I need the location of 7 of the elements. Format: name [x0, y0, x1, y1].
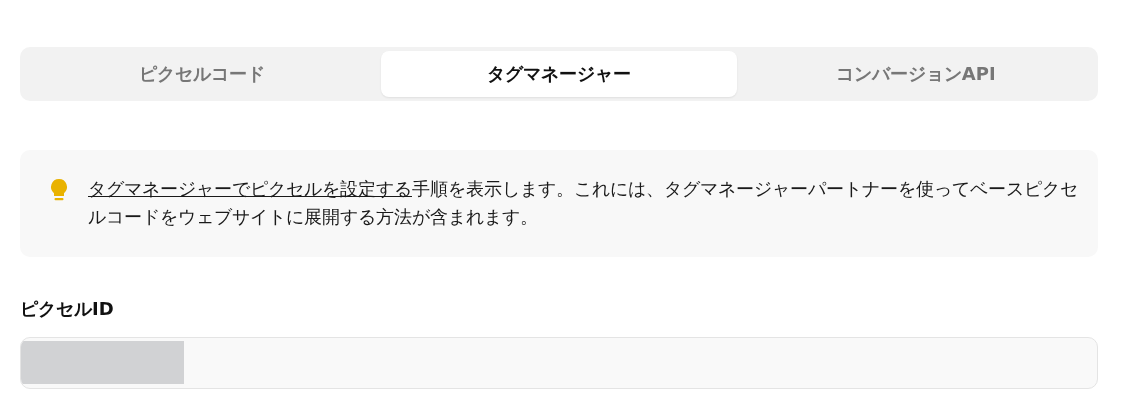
setup-link[interactable]: タグマネージャーでピクセルを設定する	[88, 178, 412, 199]
tab[interactable]: タグマネージャー	[380, 51, 738, 97]
field-label: ピクセルID	[20, 297, 115, 321]
info-text: タグマネージャーでピクセルを設定する手順を表示します。これには、タグマネージャーパートナーを使ってベースピクセルコードをウェブサイトに展開する方法が含まれます。	[88, 177, 1078, 229]
tab[interactable]: ピクセルコード	[24, 51, 381, 97]
tab[interactable]: コンバージョンAPI	[737, 51, 1094, 97]
pixel-id-field[interactable]	[20, 337, 1098, 389]
